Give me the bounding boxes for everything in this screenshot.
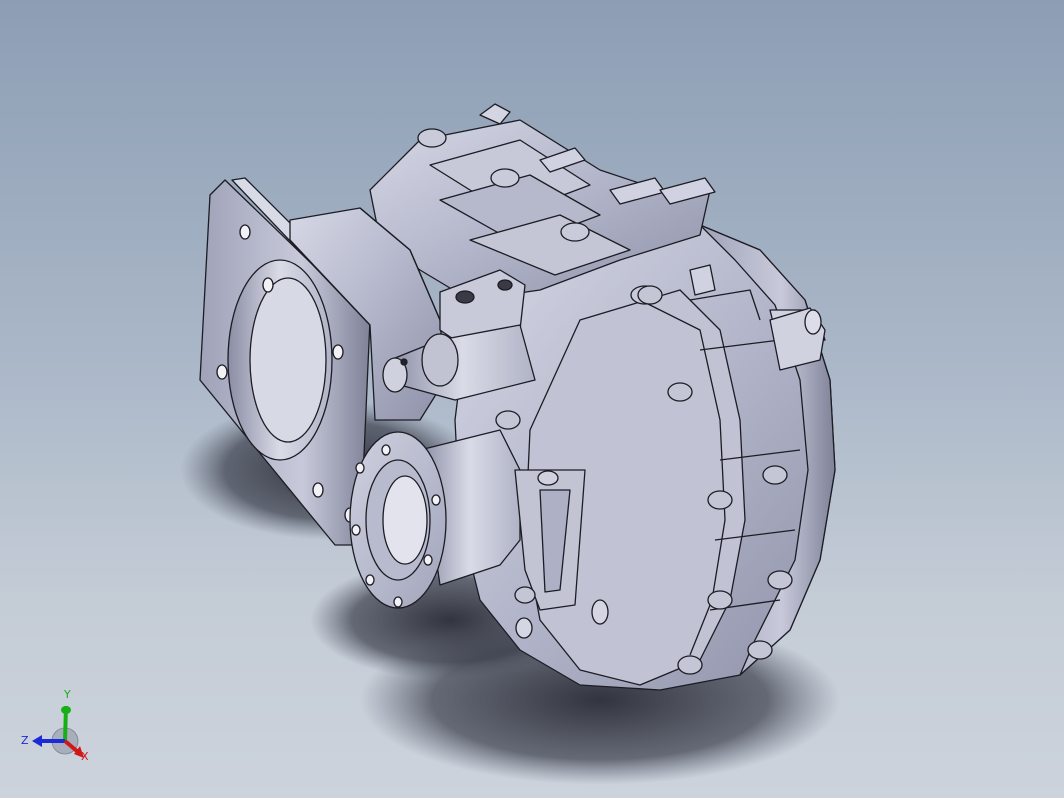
coordinate-triad: Y Z X (21, 688, 89, 763)
right-pin (769, 307, 826, 371)
graphics-viewport[interactable]: Y Z X (0, 0, 1064, 798)
x-axis-label: X (81, 750, 89, 763)
y-axis-head-icon (61, 706, 71, 714)
3d-model-transfer-case[interactable] (0, 0, 1064, 798)
y-axis-label: Y (63, 688, 71, 701)
z-axis-head-icon (32, 735, 42, 747)
z-axis-label: Z (21, 734, 29, 747)
